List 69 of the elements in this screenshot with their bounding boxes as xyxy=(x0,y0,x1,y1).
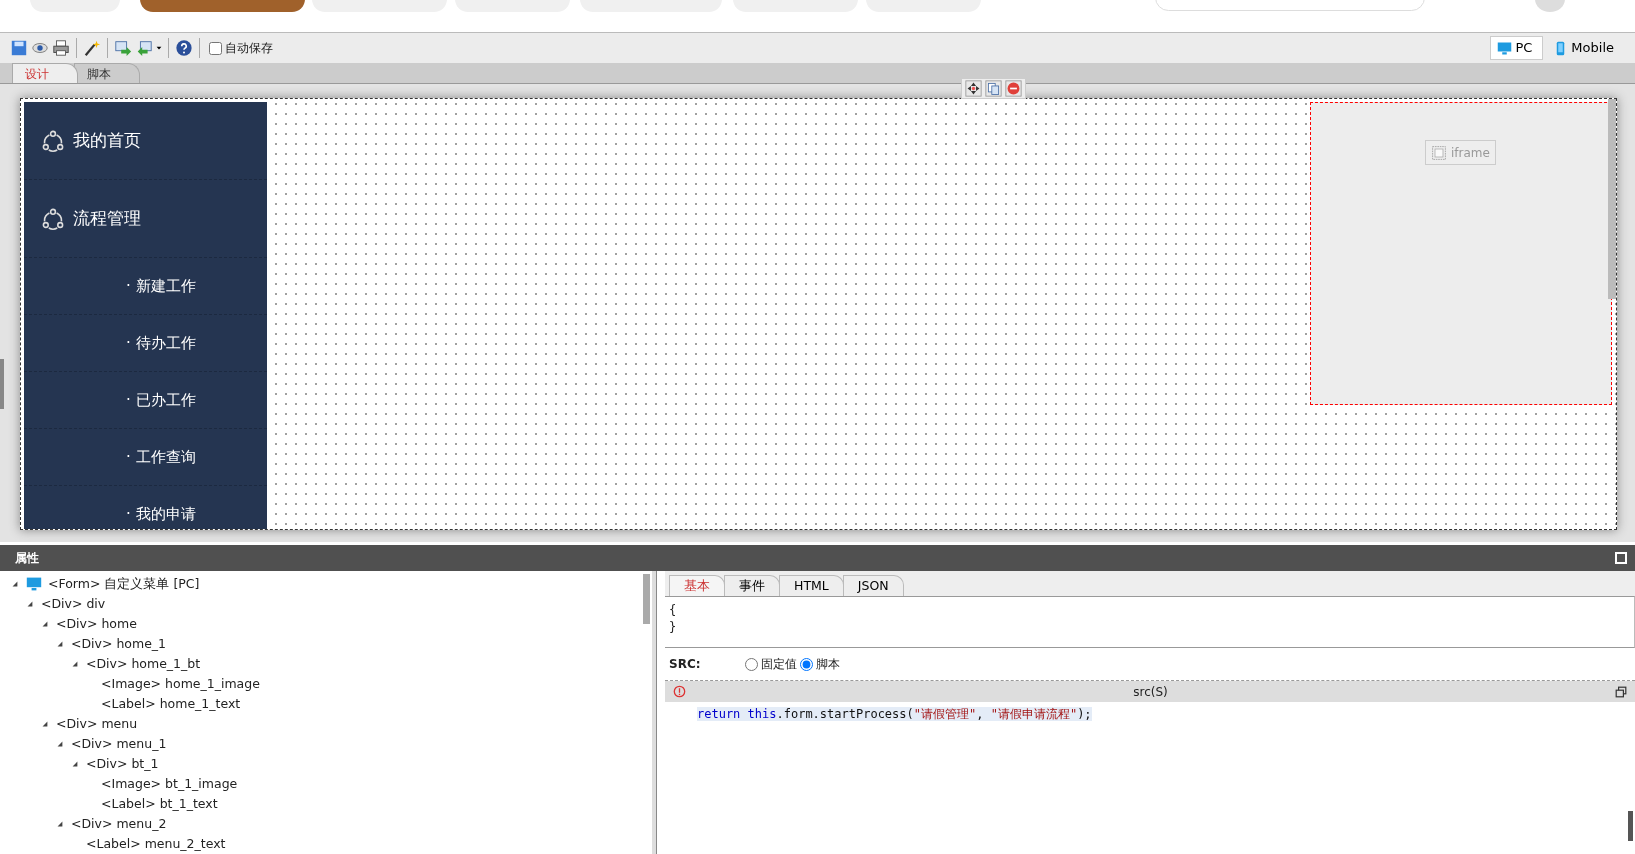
expand-arrow-icon[interactable] xyxy=(57,640,63,647)
tree-item[interactable]: <Div> menu_1 xyxy=(71,734,167,754)
share-icon xyxy=(41,206,65,231)
tree-item[interactable]: <Image> bt_1_image xyxy=(101,774,238,794)
expand-arrow-icon[interactable] xyxy=(72,660,78,667)
expand-arrow-icon[interactable] xyxy=(42,620,48,627)
menu-item[interactable]: · 我的申请 xyxy=(126,502,196,526)
tab[interactable]: 脚本 xyxy=(74,63,140,83)
menu-item[interactable]: · 已办工作 xyxy=(126,388,196,412)
delete-icon[interactable] xyxy=(1005,80,1022,97)
tree-item[interactable]: <Label> menu_2_text xyxy=(86,834,226,854)
scrollbar[interactable] xyxy=(643,574,650,624)
copy-icon[interactable] xyxy=(985,80,1002,97)
expand-arrow-icon[interactable] xyxy=(57,820,63,827)
code-line: } xyxy=(669,619,678,636)
share-icon xyxy=(41,128,65,153)
scrollbar[interactable] xyxy=(1608,99,1616,299)
tree-item[interactable]: <Div> bt_1 xyxy=(86,754,159,774)
frame-icon xyxy=(1431,144,1447,161)
error-icon xyxy=(673,685,686,698)
radio-label: 固定值 xyxy=(761,656,797,673)
tree-item[interactable]: <Form> 自定义菜单 [PC] xyxy=(48,574,200,594)
autosave-checkbox[interactable] xyxy=(209,41,222,55)
expand-arrow-icon[interactable] xyxy=(42,720,48,727)
restore-icon[interactable] xyxy=(1615,685,1627,698)
scrollbar[interactable] xyxy=(1628,811,1633,841)
tree-item[interactable]: <Div> home_1 xyxy=(71,634,167,654)
menu-header[interactable]: 我的首页 xyxy=(73,127,141,154)
tree-item[interactable]: <Div> menu_2 xyxy=(71,814,167,834)
import-icon[interactable] xyxy=(114,39,132,57)
caret-icon[interactable] xyxy=(156,45,162,51)
panel-title: 属性 xyxy=(15,550,39,567)
printer-icon[interactable] xyxy=(52,39,70,57)
radio-button[interactable] xyxy=(800,657,813,671)
expand-arrow-icon[interactable] xyxy=(57,740,63,747)
move-icon[interactable] xyxy=(965,80,982,97)
design-canvas[interactable]: 我的首页 流程管理 · 新建工作 · 待办工作 · 已办工作 · 工作查询 · 我的申请 iframe xyxy=(20,98,1617,530)
device-toggle[interactable]: PC xyxy=(1490,36,1544,60)
menu-item[interactable]: · 工作查询 xyxy=(126,445,196,469)
editor-title: src(S) xyxy=(1133,683,1168,701)
tree-item[interactable]: <Div> home xyxy=(56,614,137,634)
radio-button[interactable] xyxy=(745,657,758,671)
wand-icon[interactable] xyxy=(83,39,101,57)
tree-item[interactable]: <Label> home_1_text xyxy=(101,694,241,714)
expand-arrow-icon[interactable] xyxy=(27,600,33,607)
tree-item[interactable]: <Label> bt_1_text xyxy=(101,794,218,814)
tree-item[interactable]: <Div> div xyxy=(41,594,106,614)
tree-item[interactable]: <Image> home_1_image xyxy=(101,674,260,694)
menu-item[interactable]: · 待办工作 xyxy=(126,331,196,355)
maximize-icon[interactable] xyxy=(1615,552,1627,564)
tab[interactable]: 基本 xyxy=(669,575,725,596)
tab[interactable]: 设计 xyxy=(12,63,78,83)
tree-item[interactable]: <Div> menu xyxy=(56,714,138,734)
save-icon[interactable] xyxy=(10,39,28,57)
monitor-icon xyxy=(1497,40,1513,56)
expand-arrow-icon[interactable] xyxy=(12,580,18,587)
expand-arrow-icon[interactable] xyxy=(72,760,78,767)
iframe-label: iframe xyxy=(1425,140,1496,165)
help-icon[interactable] xyxy=(175,39,193,57)
checkbox-label: 自动保存 xyxy=(225,40,273,57)
field-label: SRC: xyxy=(669,656,702,673)
tab[interactable]: JSON xyxy=(842,575,904,596)
code-line: { xyxy=(669,602,678,619)
monitor-icon xyxy=(26,576,42,592)
radio-label: 脚本 xyxy=(816,656,840,673)
menu-item[interactable]: · 新建工作 xyxy=(126,274,196,298)
menu-header[interactable]: 流程管理 xyxy=(73,205,141,232)
tree-item[interactable]: <Div> home_1_bt xyxy=(86,654,201,674)
device-toggle[interactable]: Mobile xyxy=(1546,36,1625,60)
